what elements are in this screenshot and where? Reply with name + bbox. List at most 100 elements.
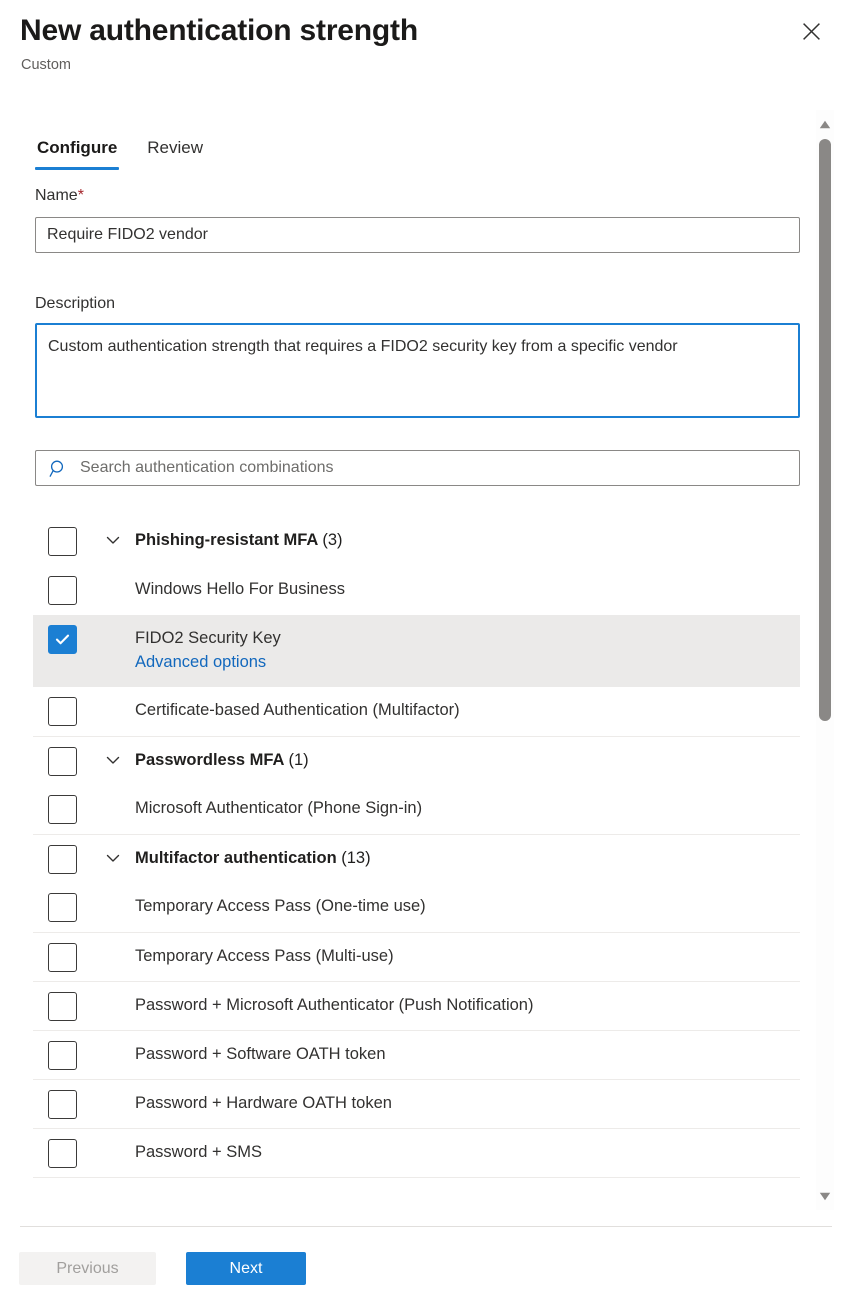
advanced-options-link[interactable]: Advanced options [135, 650, 790, 675]
row-text-cell: Windows Hello For Business [135, 566, 800, 613]
checkbox-cell [33, 982, 91, 1021]
description-field-label: Description [35, 295, 116, 312]
list-bottom-edge [33, 1177, 800, 1178]
authentication-combinations-list[interactable]: Phishing-resistant MFA (3) Windows Hello… [33, 517, 800, 1208]
name-label-text: Name [35, 187, 78, 204]
row-checkbox[interactable] [47, 1139, 77, 1168]
chevron-down-icon[interactable] [105, 532, 121, 553]
next-button[interactable]: Next [186, 1252, 306, 1285]
close-button[interactable] [790, 10, 832, 52]
item-label: Windows Hello For Business [135, 580, 345, 598]
chevron-down-icon[interactable] [105, 752, 121, 773]
row-checkbox[interactable] [47, 747, 77, 776]
close-icon [802, 22, 821, 41]
item-label: Certificate-based Authentication (Multif… [135, 701, 460, 719]
list-item-row[interactable]: Password + Hardware OATH token [33, 1079, 800, 1128]
row-text-cell: Password + Software OATH token [135, 1031, 800, 1078]
panel-scrollbar[interactable] [816, 110, 834, 1210]
item-label: FIDO2 Security Key [135, 629, 281, 647]
list-item-row[interactable]: Windows Hello For Business [33, 566, 800, 615]
item-label: Password + Software OATH token [135, 1045, 386, 1063]
spacer-cell [91, 982, 135, 997]
group-count: (3) [322, 531, 343, 549]
row-checkbox[interactable] [47, 992, 77, 1021]
search-box[interactable] [35, 450, 800, 486]
expand-collapse-cell[interactable] [91, 737, 135, 773]
list-item-row[interactable]: Certificate-based Authentication (Multif… [33, 687, 800, 736]
row-text-cell: Certificate-based Authentication (Multif… [135, 687, 800, 734]
row-text-cell: Temporary Access Pass (One-time use) [135, 883, 800, 930]
list-group-row[interactable]: Phishing-resistant MFA (3) [33, 517, 800, 566]
spacer-cell [91, 615, 135, 630]
required-asterisk: * [77, 187, 84, 204]
group-count: (13) [341, 849, 371, 867]
tab-configure[interactable]: Configure [35, 132, 120, 170]
checkbox-cell [33, 737, 91, 776]
list-group-row[interactable]: Multifactor authentication (13) [33, 834, 800, 883]
item-label: Temporary Access Pass (Multi-use) [135, 947, 394, 965]
spacer-cell [91, 687, 135, 702]
checkbox-cell [33, 1080, 91, 1119]
row-text-cell: Passwordless MFA (1) [135, 737, 800, 784]
list-item-row-fido2[interactable]: FIDO2 Security Key Advanced options [33, 615, 800, 687]
row-checkbox[interactable] [47, 625, 77, 654]
row-text-cell: Password + SMS [135, 1129, 800, 1176]
spacer-cell [91, 1031, 135, 1046]
row-checkbox[interactable] [47, 527, 77, 556]
name-input[interactable] [35, 217, 800, 253]
row-checkbox[interactable] [47, 1041, 77, 1070]
row-checkbox[interactable] [47, 576, 77, 605]
list-item-row[interactable]: Password + SMS [33, 1128, 800, 1177]
row-text-cell: FIDO2 Security Key Advanced options [135, 615, 800, 687]
checkbox-cell [33, 933, 91, 972]
row-text-cell: Password + Hardware OATH token [135, 1080, 800, 1127]
list-group-row[interactable]: Passwordless MFA (1) [33, 736, 800, 785]
tab-review[interactable]: Review [145, 132, 205, 170]
checkbox-cell [33, 517, 91, 556]
checkbox-cell [33, 615, 91, 654]
checkbox-cell [33, 835, 91, 874]
list-item-row[interactable]: Microsoft Authenticator (Phone Sign-in) [33, 785, 800, 834]
spacer-cell [91, 785, 135, 800]
checkbox-cell [33, 566, 91, 605]
group-name: Multifactor authentication [135, 849, 337, 867]
checkbox-cell [33, 687, 91, 726]
scroll-up-arrow-icon[interactable] [816, 115, 834, 133]
list-item-row[interactable]: Temporary Access Pass (One-time use) [33, 883, 800, 932]
group-name: Phishing-resistant MFA [135, 531, 318, 549]
checkbox-cell [33, 785, 91, 824]
row-text-cell: Microsoft Authenticator (Phone Sign-in) [135, 785, 800, 832]
panel-tabs: Configure Review [35, 132, 205, 170]
list-item-row[interactable]: Temporary Access Pass (Multi-use) [33, 932, 800, 981]
description-input[interactable]: Custom authentication strength that requ… [35, 323, 800, 418]
item-label: Password + Hardware OATH token [135, 1094, 392, 1112]
row-checkbox[interactable] [47, 893, 77, 922]
new-authentication-strength-panel: New authentication strength Custom Confi… [0, 0, 844, 1297]
footer-divider [20, 1226, 832, 1227]
list-item-row[interactable]: Password + Software OATH token [33, 1030, 800, 1079]
scroll-down-arrow-icon[interactable] [816, 1187, 834, 1205]
group-label: Phishing-resistant MFA (3) [135, 529, 790, 552]
search-input[interactable] [80, 451, 799, 485]
row-checkbox[interactable] [47, 943, 77, 972]
previous-button[interactable]: Previous [19, 1252, 156, 1285]
group-count: (1) [288, 751, 309, 769]
row-checkbox[interactable] [47, 795, 77, 824]
list-item-row[interactable]: Password + Microsoft Authenticator (Push… [33, 981, 800, 1030]
spacer-cell [91, 883, 135, 898]
scrollbar-thumb[interactable] [819, 139, 831, 721]
group-label: Multifactor authentication (13) [135, 847, 790, 870]
item-label: Password + SMS [135, 1143, 263, 1161]
spacer-cell [91, 933, 135, 948]
row-text-cell: Password + Microsoft Authenticator (Push… [135, 982, 800, 1029]
row-checkbox[interactable] [47, 845, 77, 874]
spacer-cell [91, 1080, 135, 1095]
row-checkbox[interactable] [47, 1090, 77, 1119]
chevron-down-icon[interactable] [105, 850, 121, 871]
spacer-cell [91, 1129, 135, 1144]
expand-collapse-cell[interactable] [91, 517, 135, 553]
row-text-cell: Multifactor authentication (13) [135, 835, 800, 882]
expand-collapse-cell[interactable] [91, 835, 135, 871]
row-checkbox[interactable] [47, 697, 77, 726]
checkbox-cell [33, 1129, 91, 1168]
